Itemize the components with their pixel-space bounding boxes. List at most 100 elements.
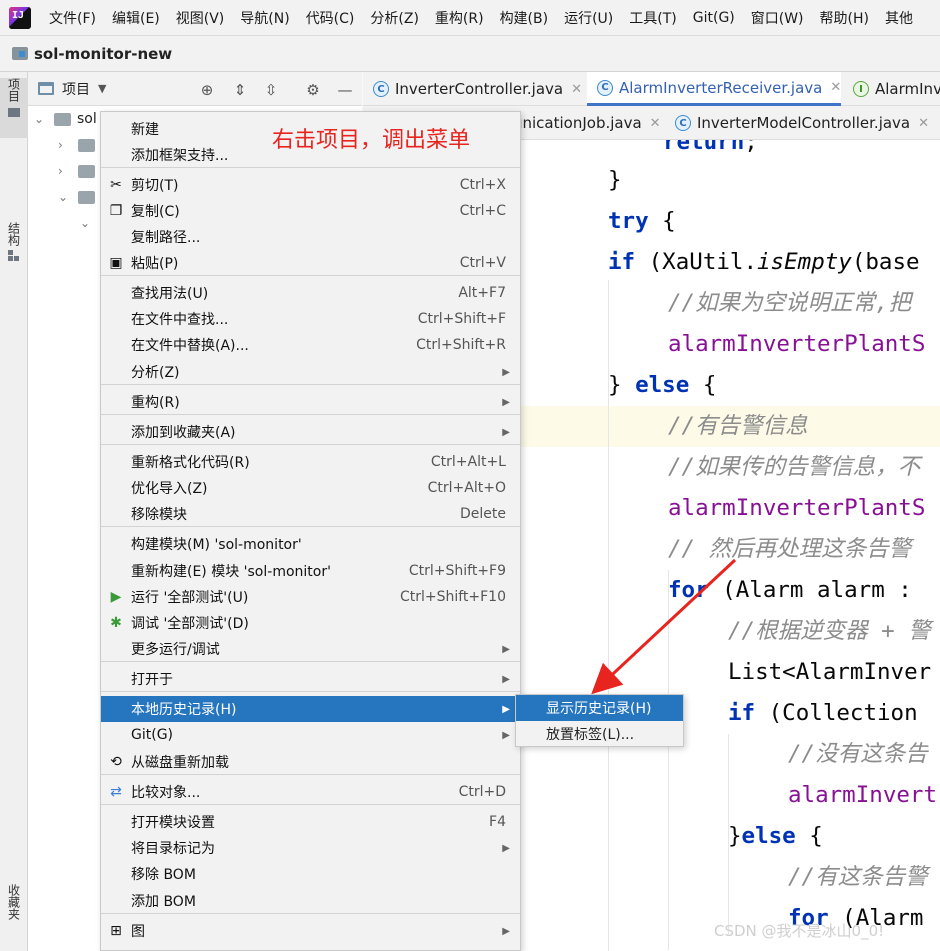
expand-all-icon[interactable]: ⇕ (231, 81, 249, 99)
menu-item[interactable]: 文件(F) (41, 8, 104, 28)
menu-item[interactable]: 视图(V) (168, 8, 233, 28)
menu-item[interactable]: 代码(C) (298, 8, 363, 28)
context-menu-shortcut: Ctrl+Alt+L (430, 454, 506, 470)
context-menu-item[interactable]: Git(G) ▶ (101, 722, 520, 748)
code-text: } else { (608, 372, 717, 398)
context-menu-item[interactable]: 本地历史记录(H) ▶ (101, 696, 520, 722)
tree-chevron-icon[interactable]: ⌄ (58, 190, 70, 204)
context-menu-item[interactable]: 优化导入(Z) Ctrl+Alt+O (101, 475, 520, 501)
context-menu-item[interactable]: 重新格式化代码(R) Ctrl+Alt+L (101, 449, 520, 475)
tree-chevron-icon[interactable]: ⌄ (80, 216, 92, 230)
menu-item[interactable]: 工具(T) (621, 8, 684, 28)
context-menu-item[interactable]: ⟲ 从磁盘重新加载 (101, 749, 520, 775)
submenu-arrow-icon: ▶ (502, 925, 510, 937)
context-menu-item[interactable]: 打开模块设置 F4 (101, 809, 520, 835)
tree-node[interactable]: ⌄ sol (34, 106, 97, 132)
gear-icon[interactable]: ⚙ (304, 81, 322, 99)
tree-chevron-icon[interactable]: ⌄ (34, 112, 46, 126)
paste-icon: ▣ (109, 255, 123, 271)
menu-item[interactable]: 构建(B) (492, 8, 557, 28)
tree-node[interactable]: › (58, 158, 101, 184)
indent-guide (668, 570, 669, 950)
context-menu-item[interactable]: 在文件中查找... Ctrl+Shift+F (101, 306, 520, 332)
context-menu-item[interactable]: ▣ 粘贴(P) Ctrl+V (101, 250, 520, 276)
tree-chevron-icon[interactable]: › (58, 164, 70, 178)
context-menu-item[interactable]: 重新构建(E) 模块 'sol-monitor' Ctrl+Shift+F9 (101, 558, 520, 584)
context-menu-item-label: 查找用法(U) (131, 286, 209, 302)
close-tab-icon[interactable]: ✕ (571, 82, 582, 97)
submenu-arrow-icon: ▶ (502, 703, 510, 715)
context-menu-item-label: Git(G) (131, 727, 173, 743)
context-menu-item[interactable]: ✱ 调试 '全部测试'(D) (101, 610, 520, 636)
context-menu-item[interactable]: 添加 BOM (101, 888, 520, 914)
close-tab-icon[interactable]: ✕ (650, 116, 661, 131)
project-view-selector[interactable]: 项目 (62, 79, 90, 99)
tree-node[interactable]: ⌄ (58, 184, 101, 210)
chevron-down-icon[interactable]: ▼ (98, 82, 106, 95)
context-menu-item[interactable]: 在文件中替换(A)... Ctrl+Shift+R (101, 332, 520, 358)
tool-window-favorites-label: 收藏夹 (6, 884, 21, 920)
submenu-item[interactable]: 放置标签(L)... (516, 721, 683, 747)
tool-window-project-tab[interactable]: 项目 (0, 78, 28, 138)
context-menu-shortcut: F4 (489, 814, 506, 830)
editor-tab[interactable]: I AlarmInve (843, 72, 940, 106)
submenu-item[interactable]: 显示历史记录(H) (516, 695, 683, 721)
context-menu-item[interactable]: 分析(Z) ▶ (101, 359, 520, 385)
context-menu-item[interactable]: 移除 BOM (101, 861, 520, 887)
editor-tab[interactable]: unicationJob.java ✕ (513, 106, 661, 140)
menu-item[interactable]: 重构(R) (427, 8, 492, 28)
hide-panel-icon[interactable]: — (336, 81, 354, 99)
context-menu-item-label: 将目录标记为 (131, 841, 215, 857)
menu-item[interactable]: 分析(Z) (362, 8, 427, 28)
code-text: List<AlarmInver (728, 659, 932, 685)
tree-chevron-icon[interactable]: › (58, 138, 70, 152)
menu-item[interactable]: 编辑(E) (104, 8, 168, 28)
editor-tab[interactable]: C InverterModelController.java ✕ (665, 106, 929, 140)
menu-item[interactable]: 导航(N) (232, 8, 297, 28)
menu-item[interactable]: 窗口(W) (743, 8, 812, 28)
reload-icon: ⟲ (110, 754, 122, 770)
context-menu-item[interactable]: 重构(R) ▶ (101, 389, 520, 415)
context-menu-item[interactable]: ▶ 运行 '全部测试'(U) Ctrl+Shift+F10 (101, 584, 520, 610)
local-history-submenu: 显示历史记录(H) 放置标签(L)... (515, 694, 684, 747)
locate-target-icon[interactable]: ⊕ (198, 81, 216, 99)
context-menu-item[interactable]: 将目录标记为 ▶ (101, 835, 520, 861)
close-tab-icon[interactable]: ✕ (918, 116, 929, 131)
editor-tab[interactable]: C AlarmInverterReceiver.java ✕ (587, 72, 842, 106)
project-name[interactable]: sol-monitor-new (34, 45, 172, 63)
project-window-icon (38, 82, 54, 95)
context-menu-shortcut: Delete (460, 506, 506, 522)
submenu-arrow-icon: ▶ (502, 426, 510, 438)
context-menu-item[interactable]: 添加到收藏夹(A) ▶ (101, 419, 520, 445)
indent-guide (608, 280, 609, 951)
project-panel-header: 项目 ▼ ⊕ ⇕ ⇳ ⚙ — (28, 72, 362, 106)
menu-item[interactable]: Git(G) (685, 10, 743, 26)
tool-window-structure-tab[interactable]: 结构 (0, 222, 28, 262)
context-menu-item[interactable]: 更多运行/调试 ▶ (101, 636, 520, 662)
menu-item[interactable]: 运行(U) (556, 8, 621, 28)
context-menu-item[interactable]: ⇄ 比较对象... Ctrl+D (101, 779, 520, 805)
code-text: //有告警信息 (668, 413, 808, 439)
context-menu-item[interactable]: 移除模块 Delete (101, 501, 520, 527)
context-menu-shortcut: Ctrl+V (459, 255, 506, 271)
run-icon: ▶ (110, 589, 122, 605)
tool-window-favorites-tab[interactable]: 收藏夹 (0, 884, 28, 920)
editor-tab-label: unicationJob.java (513, 114, 642, 132)
context-menu-item[interactable]: ❐ 复制(C) Ctrl+C (101, 198, 520, 224)
context-menu-item[interactable]: ⊞ 图 ▶ (101, 918, 520, 944)
collapse-all-icon[interactable]: ⇳ (262, 81, 280, 99)
context-menu-item[interactable]: 打开于 ▶ (101, 666, 520, 692)
editor-tab[interactable]: C InverterController.java ✕ (363, 72, 582, 106)
context-menu-item[interactable]: ✂ 剪切(T) Ctrl+X (101, 172, 520, 198)
menu-item[interactable]: 帮助(H) (812, 8, 877, 28)
close-tab-icon[interactable]: ✕ (830, 80, 841, 95)
editor-tabs-row-1: C InverterController.java ✕ C AlarmInverterR… (363, 72, 940, 106)
context-menu-item[interactable]: 复制路径... (101, 224, 520, 250)
context-menu-item-label: 优化导入(Z) (131, 481, 208, 497)
code-text: try { (608, 208, 676, 234)
context-menu-item[interactable]: 构建模块(M) 'sol-monitor' (101, 531, 520, 557)
code-text: }else { (728, 823, 823, 849)
context-menu-item[interactable]: 查找用法(U) Alt+F7 (101, 280, 520, 306)
menu-item[interactable]: 其他 (877, 8, 921, 28)
tree-node[interactable]: › (58, 132, 101, 158)
